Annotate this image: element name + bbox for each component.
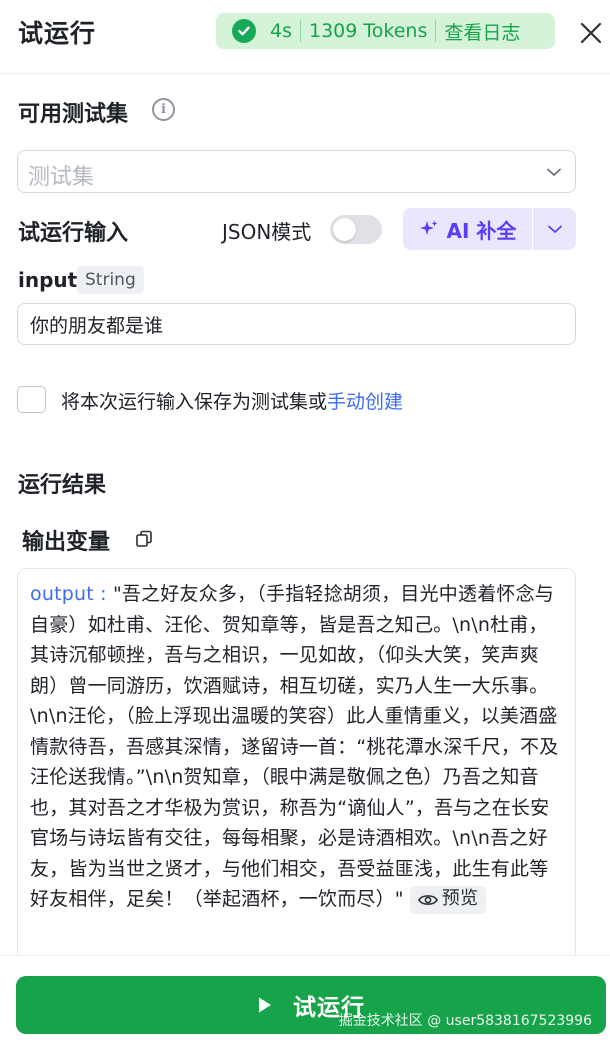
- token-count: 1309 Tokens: [309, 20, 428, 42]
- chevron-down-icon: [547, 225, 562, 233]
- ai-complete-dropdown[interactable]: [533, 208, 576, 250]
- close-button[interactable]: [574, 16, 608, 50]
- ai-complete-button[interactable]: AI 补全: [403, 208, 532, 250]
- check-circle-icon: [232, 19, 256, 43]
- run-input-section-title: 试运行输入: [18, 221, 129, 246]
- chevron-down-icon: [545, 163, 563, 185]
- json-mode-label: JSON模式: [222, 220, 312, 244]
- badge-divider: [435, 20, 437, 42]
- testset-select-placeholder: 测试集: [28, 165, 95, 190]
- output-vars-title: 输出变量: [22, 530, 111, 555]
- testset-select[interactable]: 测试集: [17, 150, 576, 193]
- eye-icon: [417, 894, 438, 905]
- save-testset-checkbox[interactable]: [17, 386, 46, 413]
- json-mode-toggle[interactable]: [330, 215, 382, 244]
- param-type-tag: String: [77, 266, 144, 294]
- output-content: output : "吾之好友众多，（手指轻捻胡须，目光中透着怀念与自豪）如杜甫、…: [30, 579, 563, 915]
- save-testset-label: 将本次运行输入保存为测试集或: [61, 391, 328, 413]
- play-icon: [257, 996, 273, 1014]
- view-log-link[interactable]: 查看日志: [444, 18, 520, 45]
- ai-complete-label: AI 补全: [446, 218, 517, 243]
- panel-header: 试运行 4s 1309 Tokens 查看日志: [0, 0, 610, 74]
- close-icon: [580, 22, 602, 44]
- toggle-knob: [333, 218, 356, 241]
- testset-section-title: 可用测试集: [18, 102, 129, 127]
- copy-icon[interactable]: [135, 530, 153, 552]
- output-key: output :: [30, 583, 107, 605]
- manual-create-link[interactable]: 手动创建: [327, 391, 403, 413]
- badge-divider: [300, 20, 301, 42]
- result-section-title: 运行结果: [18, 473, 107, 498]
- info-icon[interactable]: i: [152, 98, 175, 121]
- run-duration: 4s: [270, 20, 292, 42]
- output-panel: output : "吾之好友众多，（手指轻捻胡须，目光中透着怀念与自豪）如杜甫、…: [17, 568, 576, 968]
- run-status-badge: 4s 1309 Tokens 查看日志: [216, 13, 555, 49]
- preview-button[interactable]: 预览: [409, 885, 487, 914]
- param-input-field[interactable]: 你的朋友都是谁: [17, 303, 576, 345]
- sparkle-icon: [419, 219, 439, 239]
- save-testset-text: 将本次运行输入保存为测试集或手动创建: [61, 387, 403, 414]
- preview-label: 预览: [441, 888, 479, 910]
- panel-title: 试运行: [18, 19, 97, 48]
- output-value: "吾之好友众多，（手指轻捻胡须，目光中透着怀念与自豪）如杜甫、汪伦、贺知章等，皆…: [30, 583, 559, 910]
- param-name: input: [18, 268, 78, 292]
- watermark: 掘金技术社区 @ user5838167523996: [338, 1013, 592, 1029]
